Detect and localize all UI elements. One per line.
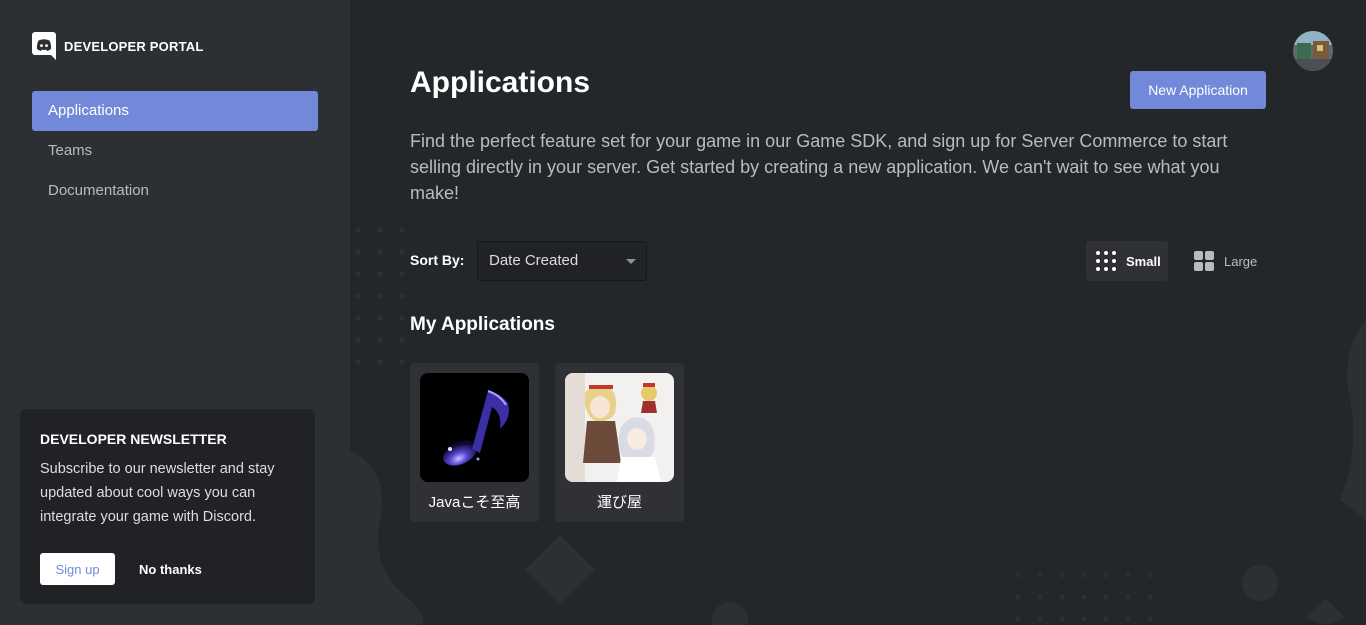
intro-text: Find the perfect feature set for your ga… [410,131,1228,203]
main-content: Applications New Application Find the pe… [350,0,1366,625]
newsletter-actions: Sign up No thanks [40,553,202,585]
brand[interactable]: DEVELOPER PORTAL [32,32,203,60]
sidebar-item-documentation[interactable]: Documentation [32,171,318,211]
sort-dropdown[interactable]: Date Created [477,241,647,281]
application-name: Javaこそ至高 [428,494,521,511]
app-icon-anime-illustration [565,373,674,482]
view-large-toggle[interactable]: Large [1186,241,1266,281]
sidebar-nav: Applications Teams Documentation [32,91,318,211]
view-large-label: Large [1224,253,1258,269]
small-grid-icon [1096,251,1116,271]
sidebar-item-applications[interactable]: Applications [32,91,318,131]
page-title: Applications [410,66,591,99]
application-name: 運び屋 [596,494,642,511]
sort-label: Sort By: [410,252,465,268]
large-grid-icon [1194,251,1214,271]
discord-logo-icon [32,32,56,60]
newsletter-popup: DEVELOPER NEWSLETTER Subscribe to our ne… [20,409,315,604]
sort-selected-value: Date Created [489,252,579,269]
chevron-down-icon [626,259,636,264]
user-avatar[interactable] [1293,31,1333,71]
application-card[interactable]: Javaこそ至高 [410,363,539,522]
signup-button[interactable]: Sign up [40,553,115,585]
no-thanks-button[interactable]: No thanks [139,562,202,577]
application-list: Javaこそ至高 運び屋 [410,363,700,522]
sidebar: DEVELOPER PORTAL Applications Teams Docu… [0,0,350,625]
app-icon-music-note [420,373,529,482]
newsletter-title: DEVELOPER NEWSLETTER [40,431,227,447]
view-small-toggle[interactable]: Small [1086,241,1168,281]
view-small-label: Small [1126,253,1161,269]
new-application-button[interactable]: New Application [1130,71,1266,109]
newsletter-body: Subscribe to our newsletter and stay upd… [40,461,275,525]
application-card[interactable]: 運び屋 [555,363,684,522]
brand-title: DEVELOPER PORTAL [64,38,204,54]
sidebar-item-teams[interactable]: Teams [32,131,318,171]
my-applications-heading: My Applications [410,314,555,335]
